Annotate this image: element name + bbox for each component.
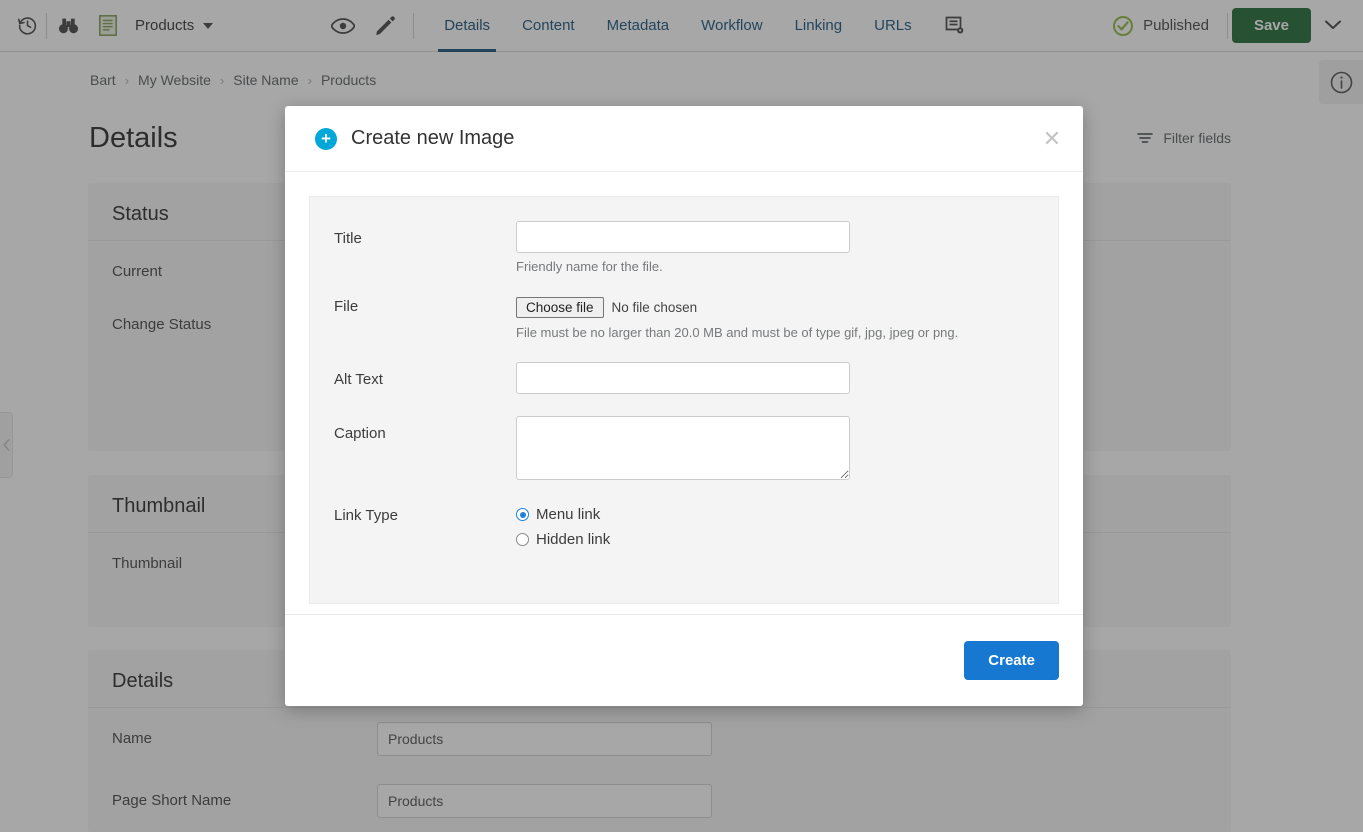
radio-indicator xyxy=(516,508,529,521)
title-control: Friendly name for the file. xyxy=(516,221,1034,274)
file-chosen-text: No file chosen xyxy=(611,300,698,315)
title-input[interactable] xyxy=(516,221,850,253)
dialog-header: + Create new Image ✕ xyxy=(285,106,1083,172)
form-row-caption: Caption xyxy=(310,416,1058,480)
radio-indicator xyxy=(516,533,529,546)
form-row-title: Title Friendly name for the file. xyxy=(310,221,1058,274)
caption-control xyxy=(516,416,1034,480)
link-type-label: Link Type xyxy=(334,507,398,524)
file-picker: Choose file No file chosen xyxy=(516,292,1034,318)
create-button[interactable]: Create xyxy=(964,641,1059,680)
plus-circle-icon: + xyxy=(315,127,337,150)
close-icon[interactable]: ✕ xyxy=(1039,126,1065,152)
radio-label: Menu link xyxy=(536,506,601,523)
link-type-control: Menu link Hidden link xyxy=(516,506,1034,556)
alt-text-label: Alt Text xyxy=(334,371,383,388)
title-help-text: Friendly name for the file. xyxy=(516,259,663,274)
radio-option-menu-link[interactable]: Menu link xyxy=(516,506,1034,523)
alt-text-control xyxy=(516,362,1034,394)
file-label: File xyxy=(334,298,359,315)
file-help-text: File must be no larger than 20.0 MB and … xyxy=(516,325,959,340)
radio-option-hidden-link[interactable]: Hidden link xyxy=(516,531,1034,548)
alt-text-input[interactable] xyxy=(516,362,850,394)
dialog-body: Title Friendly name for the file. File C… xyxy=(285,172,1083,614)
choose-file-button[interactable]: Choose file xyxy=(516,297,604,318)
form-row-alt-text: Alt Text xyxy=(310,362,1058,394)
create-new-image-dialog: + Create new Image ✕ Title Friendly name… xyxy=(285,106,1083,706)
caption-label: Caption xyxy=(334,425,386,442)
dialog-footer: Create xyxy=(285,614,1083,706)
file-control: Choose file No file chosen File must be … xyxy=(516,292,1034,340)
radio-label: Hidden link xyxy=(536,531,611,548)
title-label: Title xyxy=(334,230,362,247)
form-row-link-type: Link Type Menu link Hidden link xyxy=(310,506,1058,556)
dialog-title: Create new Image xyxy=(351,127,515,149)
image-form: Title Friendly name for the file. File C… xyxy=(309,196,1059,604)
caption-textarea[interactable] xyxy=(516,416,850,480)
form-row-file: File Choose file No file chosen File mus… xyxy=(310,292,1058,340)
